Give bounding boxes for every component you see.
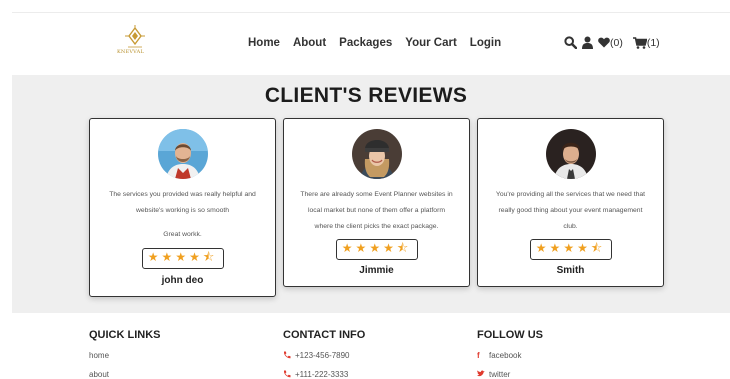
twitter-icon xyxy=(477,370,489,379)
review-text-line: where the client picks the exact package… xyxy=(314,223,439,230)
wishlist-count: (0) xyxy=(610,36,623,49)
avatar xyxy=(545,129,596,179)
phone-number: +111-222-3333 xyxy=(295,370,349,379)
site-footer: QUICK LINKS home about CONTACT INFO +123… xyxy=(0,313,730,379)
header-icons: (0) (1) xyxy=(564,36,665,49)
social-facebook[interactable]: f facebook xyxy=(477,351,543,370)
star-rating: ★★★★⯪ xyxy=(529,239,612,260)
review-text: The services you provided was really hel… xyxy=(98,187,267,243)
review-card: There are already some Event Planner web… xyxy=(283,118,470,287)
user-icon[interactable] xyxy=(582,36,593,49)
review-text-line: You're providing all the services that w… xyxy=(495,191,646,198)
review-text-line: club. xyxy=(563,223,578,230)
phone-icon xyxy=(283,351,295,361)
reviewer-name: Smith xyxy=(556,265,585,276)
nav-about[interactable]: About xyxy=(293,37,326,49)
reviewer-name: john deo xyxy=(161,275,204,286)
review-text-line: local market but none of them offer a pl… xyxy=(307,207,446,214)
nav-home[interactable]: Home xyxy=(248,37,280,49)
contact-info-column: CONTACT INFO +123-456-7890 +111-222-3333 xyxy=(283,329,365,379)
quick-links-title: QUICK LINKS xyxy=(89,329,161,341)
reviews-title: CLIENT'S REVIEWS xyxy=(264,84,468,107)
phone-number: +123-456-7890 xyxy=(295,351,350,360)
nav-packages[interactable]: Packages xyxy=(339,37,392,49)
contact-phone-1[interactable]: +123-456-7890 xyxy=(283,351,365,370)
logo-text: KNEVVAL xyxy=(117,49,144,55)
reviewer-name: Jimmie xyxy=(359,265,394,276)
heart-icon xyxy=(598,37,610,48)
follow-us-title: FOLLOW US xyxy=(477,329,543,341)
contact-info-title: CONTACT INFO xyxy=(283,329,366,341)
review-text-line: website's working is so smooth xyxy=(135,207,230,214)
social-label: facebook xyxy=(489,351,522,360)
avatar xyxy=(351,129,402,179)
nav-your-cart[interactable]: Your Cart xyxy=(405,37,457,49)
footer-link-home[interactable]: home xyxy=(89,351,161,370)
search-icon[interactable] xyxy=(564,36,577,49)
site-header: KNEVVAL Home About Packages Your Cart Lo… xyxy=(12,13,730,75)
footer-link-about[interactable]: about xyxy=(89,370,161,379)
review-text-line: really good thing about your event manag… xyxy=(498,207,643,214)
wishlist-button[interactable]: (0) xyxy=(598,37,623,49)
star-rating: ★★★★⯪ xyxy=(335,239,418,260)
cart-button[interactable]: (1) xyxy=(632,36,660,49)
review-text-line: The services you provided was really hel… xyxy=(109,191,256,198)
review-text-spacer xyxy=(98,219,267,227)
review-text-line: Great workk. xyxy=(163,231,202,238)
reviews-section: CLIENT'S REVIEWS The services you provid… xyxy=(12,75,730,313)
social-twitter[interactable]: twitter xyxy=(477,370,543,379)
review-card: The services you provided was really hel… xyxy=(89,118,276,297)
review-text: There are already some Event Planner web… xyxy=(292,187,461,235)
follow-us-column: FOLLOW US f facebook twitter xyxy=(477,329,543,379)
avatar xyxy=(157,129,208,179)
quick-links-column: QUICK LINKS home about xyxy=(89,329,161,379)
star-rating: ★★★★⯪ xyxy=(141,248,224,269)
contact-phone-2[interactable]: +111-222-3333 xyxy=(283,370,365,379)
facebook-icon: f xyxy=(477,351,480,360)
nav-login[interactable]: Login xyxy=(470,37,501,49)
review-text-line: There are already some Event Planner web… xyxy=(300,191,453,198)
phone-icon xyxy=(283,370,295,379)
review-card: You're providing all the services that w… xyxy=(477,118,664,287)
social-label: twitter xyxy=(489,370,511,379)
cart-count: (1) xyxy=(646,36,660,49)
review-text: You're providing all the services that w… xyxy=(486,187,655,235)
cart-icon xyxy=(632,36,647,49)
main-nav: Home About Packages Your Cart Login xyxy=(248,37,514,49)
